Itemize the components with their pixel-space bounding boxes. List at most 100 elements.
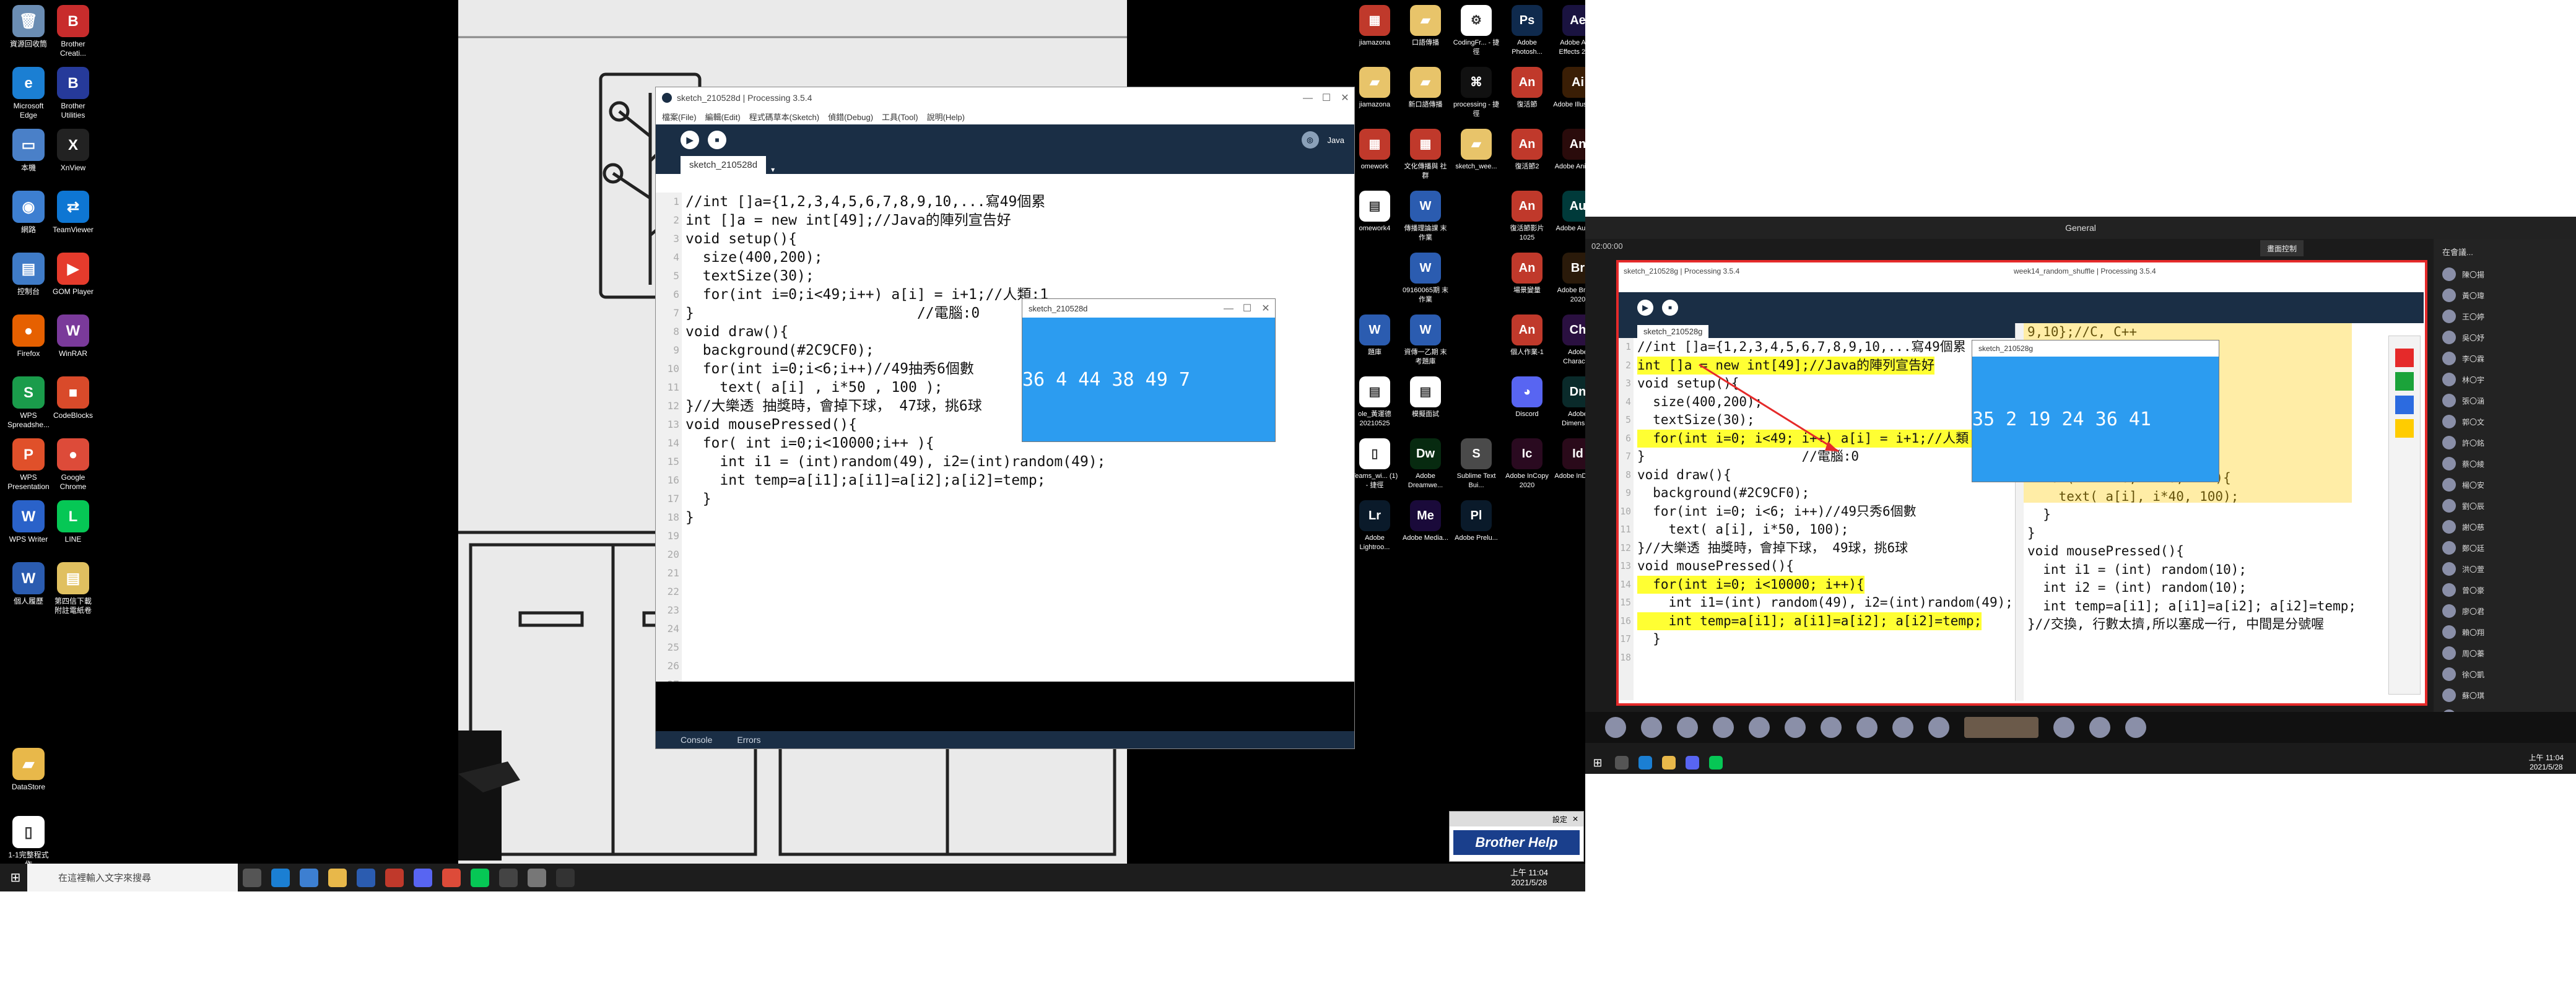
clock[interactable]: 上午 11:04 2021/5/28 bbox=[2529, 753, 2564, 772]
desktop-icon[interactable]: ▦ 文化傳播與 社群 bbox=[1401, 129, 1450, 181]
desktop-icon[interactable]: W 個人履歷 bbox=[6, 562, 51, 606]
tab-sketch[interactable]: sketch_210528d bbox=[681, 156, 767, 174]
folder-icon[interactable] bbox=[328, 868, 347, 887]
participant-avatar[interactable] bbox=[1677, 717, 1698, 738]
desktop-icon[interactable]: 🗑 資源回收筒 bbox=[6, 5, 51, 49]
desktop-icon[interactable]: Au Adobe Auditi... bbox=[1553, 191, 1585, 233]
participant-item[interactable]: 廖〇君 bbox=[2434, 601, 2576, 622]
mode-selector[interactable]: Java bbox=[1328, 136, 1344, 145]
desktop-icon[interactable]: ▦ jiamazona bbox=[1350, 5, 1399, 48]
participant-avatar[interactable] bbox=[1641, 717, 1662, 738]
desktop-icon[interactable]: P WPS Presentation bbox=[6, 438, 51, 492]
desktop-icon[interactable]: ▤ ole_黃運德 20210525 bbox=[1350, 376, 1399, 428]
participant-item[interactable]: 謝〇慈 bbox=[2434, 516, 2576, 537]
task-view-icon[interactable] bbox=[243, 868, 261, 887]
desktop-icon[interactable]: ▤ omework4 bbox=[1350, 191, 1399, 233]
start-icon[interactable]: ⊞ bbox=[0, 870, 31, 885]
media-icon[interactable] bbox=[556, 868, 575, 887]
maximize-icon[interactable]: ☐ bbox=[1317, 92, 1336, 104]
participant-item[interactable]: 徐〇凱 bbox=[2434, 664, 2576, 685]
sketch-canvas[interactable]: 36 4 44 38 49 7 bbox=[1022, 318, 1275, 441]
participant-avatar[interactable] bbox=[1713, 717, 1734, 738]
folder-icon[interactable] bbox=[1662, 756, 1676, 770]
menu-item[interactable]: 檔案(File) bbox=[662, 111, 697, 123]
participant-item[interactable]: 王〇婷 bbox=[2434, 306, 2576, 327]
search-icon[interactable] bbox=[1615, 756, 1629, 770]
desktop-icon[interactable]: ▭ 本機 bbox=[6, 129, 51, 173]
desktop-icon[interactable]: ▰ sketch_wee... bbox=[1451, 129, 1501, 171]
desktop-icon[interactable]: An 復活節2 bbox=[1502, 129, 1552, 171]
participant-avatar[interactable] bbox=[2125, 717, 2146, 738]
desktop-icon[interactable]: ⇄ TeamViewer bbox=[51, 191, 95, 235]
desktop-icon[interactable]: Ch Adobe Charact... bbox=[1553, 314, 1585, 366]
desktop-icon[interactable]: ▤ 模擬面試 bbox=[1401, 376, 1450, 419]
participant-item[interactable]: 劉〇辰 bbox=[2434, 495, 2576, 516]
desktop-icon[interactable]: S Sublime Text Bui... bbox=[1451, 438, 1501, 490]
desktop-icon[interactable]: W 題庫 bbox=[1350, 314, 1399, 357]
minimize-icon[interactable]: — bbox=[1299, 93, 1317, 104]
desktop-icon[interactable]: ▰ jiamazona bbox=[1350, 67, 1399, 110]
desktop-icon[interactable]: ▤ 控制台 bbox=[6, 253, 51, 297]
desktop-icon[interactable]: Ae Adobe After Effects 2020 bbox=[1553, 5, 1585, 57]
desktop-icon[interactable]: ▯ Teams_wi... (1) - 捷徑 bbox=[1350, 438, 1399, 490]
desktop-icon[interactable]: B Brother Creati... bbox=[51, 5, 95, 58]
participant-avatar[interactable] bbox=[1605, 717, 1626, 738]
desktop-icon[interactable]: Lr Adobe Lightroo... bbox=[1350, 500, 1399, 552]
start-icon[interactable]: ⊞ bbox=[1585, 757, 1610, 770]
desktop-icon[interactable]: Id Adobe InDesi... bbox=[1553, 438, 1585, 481]
desktop-icon[interactable]: An 場景變量 bbox=[1502, 253, 1552, 295]
steam-icon[interactable] bbox=[528, 868, 546, 887]
desktop-icon[interactable]: X XnView bbox=[51, 129, 95, 173]
desktop-icon[interactable]: An Adobe Anima... bbox=[1553, 129, 1585, 171]
debug-icon[interactable]: ◎ bbox=[1301, 131, 1319, 149]
stop-button[interactable]: ■ bbox=[708, 131, 726, 149]
participant-avatar[interactable] bbox=[1749, 717, 1770, 738]
close-icon[interactable]: ✕ bbox=[1572, 815, 1578, 823]
desktop-icon[interactable]: ● Google Chrome bbox=[51, 438, 95, 492]
participant-item[interactable]: 林〇宇 bbox=[2434, 369, 2576, 390]
desktop-icon[interactable]: Ai Adobe Illustrat... bbox=[1553, 67, 1585, 110]
participant-avatar[interactable] bbox=[2089, 717, 2110, 738]
desktop-icon[interactable]: An 復活節影片 1025 bbox=[1502, 191, 1552, 243]
line-icon[interactable] bbox=[471, 868, 489, 887]
run-button[interactable]: ▶ bbox=[681, 131, 699, 149]
tab-menu-icon[interactable]: ▾ bbox=[771, 165, 775, 174]
menu-item[interactable]: 編輯(Edit) bbox=[705, 111, 741, 123]
participant-item[interactable]: 黃〇瑋 bbox=[2434, 285, 2576, 306]
close-icon[interactable]: ✕ bbox=[1336, 92, 1354, 104]
control-button[interactable]: 畫面控制 bbox=[2260, 240, 2304, 256]
edge-icon[interactable] bbox=[271, 868, 290, 887]
console-tab[interactable]: Console bbox=[681, 735, 712, 745]
video-tile[interactable] bbox=[1964, 717, 2039, 738]
desktop-icon[interactable]: B Brother Utilities bbox=[51, 67, 95, 120]
clock[interactable]: 上午 11:04 2021/5/28 bbox=[1510, 868, 1548, 888]
participant-avatar[interactable] bbox=[1892, 717, 1913, 738]
participant-item[interactable]: 張〇涵 bbox=[2434, 390, 2576, 411]
menu-item[interactable]: 工具(Tool) bbox=[882, 111, 918, 123]
desktop-icon[interactable]: ▶ GOM Player bbox=[51, 253, 95, 297]
maximize-icon[interactable]: ☐ bbox=[1238, 302, 1256, 314]
desktop-icon[interactable]: ◉ 網路 bbox=[6, 191, 51, 235]
participant-avatar[interactable] bbox=[1856, 717, 1878, 738]
desktop-icon[interactable]: Dn Adobe Dimension bbox=[1553, 376, 1585, 428]
desktop-icon[interactable]: W 傳播理論課 末作業 bbox=[1401, 191, 1450, 243]
edge-icon[interactable] bbox=[1638, 756, 1652, 770]
desktop-icon[interactable]: W 資傳一乙期 末考題庫 bbox=[1401, 314, 1450, 366]
desktop-icon[interactable]: ▦ omework bbox=[1350, 129, 1399, 171]
participant-avatar[interactable] bbox=[1928, 717, 1949, 738]
desktop-icon[interactable]: L LINE bbox=[51, 500, 95, 544]
desktop-icon[interactable]: Pl Adobe Prelu... bbox=[1451, 500, 1501, 543]
settings-label[interactable]: 設定 bbox=[1552, 814, 1567, 825]
explorer-icon[interactable] bbox=[300, 868, 318, 887]
taskbar-search[interactable]: 在這裡輸入文字來搜尋 bbox=[27, 864, 238, 891]
errors-tab[interactable]: Errors bbox=[737, 735, 760, 745]
desktop-icon[interactable]: Ps Adobe Photosh... bbox=[1502, 5, 1552, 57]
desktop-icon[interactable]: An 個人作業-1 bbox=[1502, 314, 1552, 357]
participant-avatar[interactable] bbox=[1785, 717, 1806, 738]
participant-item[interactable]: 周〇蓁 bbox=[2434, 643, 2576, 664]
desktop-icon[interactable]: ▰ DataStore bbox=[6, 748, 51, 792]
desktop-icon[interactable]: ▯1-1完整程式 作 bbox=[6, 816, 51, 869]
participant-item[interactable]: 郭〇文 bbox=[2434, 411, 2576, 432]
desktop-icon[interactable]: ■ CodeBlocks bbox=[51, 376, 95, 420]
desktop-icon[interactable]: ◕ Discord bbox=[1502, 376, 1552, 419]
